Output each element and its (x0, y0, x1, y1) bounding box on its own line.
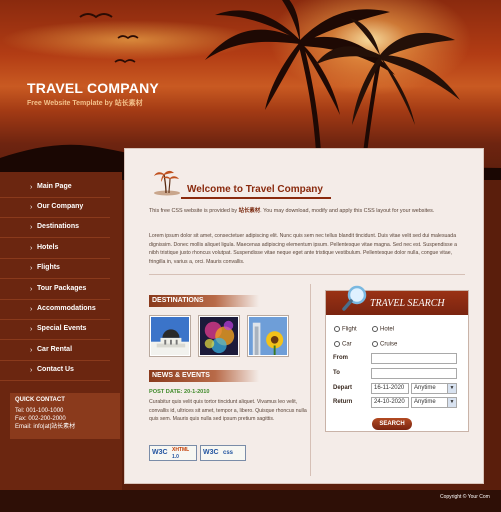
return-label: Return (333, 399, 353, 405)
nav-item-accommodations[interactable]: › Accommodations (0, 300, 110, 320)
news-heading: NEWS & EVENTS (149, 370, 259, 382)
destinations-heading: DESTINATIONS (149, 295, 259, 307)
heading-underline (181, 197, 331, 199)
quick-contact-title: QUICK CONTACT (15, 397, 65, 403)
site-title: TRAVEL COMPANY (27, 80, 159, 96)
contact-tel: Tel: 001-100-1000 (15, 408, 64, 414)
bullet-icon: › (30, 306, 33, 313)
nav-item-label: Flights (37, 264, 60, 271)
destination-thumbnail-observatory[interactable] (149, 315, 191, 357)
depart-date-input[interactable]: 16-11-2020 (371, 383, 409, 394)
bullet-icon: › (30, 224, 33, 231)
bullet-icon: › (30, 245, 33, 252)
footer (0, 490, 501, 512)
column-divider (310, 284, 311, 476)
nav-item-label: Contact Us (37, 366, 74, 373)
w3c-label: W3C (152, 449, 168, 456)
w3c-css-badge[interactable]: W3C css (200, 445, 246, 461)
lorem-paragraph: Lorem ipsum dolor sit amet, consectetuer… (149, 233, 457, 265)
nav-item-hotels[interactable]: › Hotels (0, 239, 110, 259)
return-time-select[interactable]: Anytime ▼ (411, 397, 457, 408)
nav-item-special-events[interactable]: › Special Events (0, 320, 110, 340)
radio-icon (372, 341, 378, 347)
to-label: To (333, 370, 340, 376)
magnifier-icon (342, 285, 367, 311)
nav-item-label: Main Page (37, 183, 72, 190)
fireworks-image (200, 317, 238, 355)
nav-item-car-rental[interactable]: › Car Rental (0, 341, 110, 361)
nav-item-label: Tour Packages (37, 285, 87, 292)
to-input[interactable] (371, 368, 457, 379)
contact-email[interactable]: Email: info|at|站长素材 (15, 423, 115, 431)
news-paragraph: Curabitur quis velit quis tortor tincidu… (149, 399, 307, 422)
travel-search-title: TRAVEL SEARCH (370, 298, 445, 309)
depart-time-value: Anytime (414, 385, 436, 391)
quick-contact-box: QUICK CONTACT Tel: 001-100-1000 Fax: 002… (10, 393, 120, 439)
chevron-down-icon: ▼ (447, 398, 456, 407)
chevron-down-icon: ▼ (447, 384, 456, 393)
nav-item-label: Destinations (37, 223, 80, 230)
radio-icon (334, 326, 340, 332)
bullet-icon: › (30, 204, 33, 211)
nav-item-label: Accommodations (37, 305, 96, 312)
bullet-icon: › (30, 265, 33, 272)
return-date-input[interactable]: 24-10-2020 (371, 397, 409, 408)
divider (149, 274, 465, 275)
palm-logo-icon (154, 170, 180, 196)
badge-kind: css (223, 450, 234, 456)
search-button[interactable]: SEARCH (372, 418, 412, 430)
nav-item-our-company[interactable]: › Our Company (0, 198, 110, 218)
destination-thumbnail-fireworks[interactable] (198, 315, 240, 357)
from-label: From (333, 355, 348, 361)
w3c-label: W3C (203, 449, 219, 456)
nav-item-main-page[interactable]: › Main Page (0, 178, 110, 198)
w3c-xhtml-badge[interactable]: W3C XHTML 1.0 (149, 445, 197, 461)
badge-version: 1.0 (172, 454, 179, 460)
bullet-icon: › (30, 367, 33, 374)
sunflower-image (249, 317, 287, 355)
welcome-heading: Welcome to Travel Company (187, 184, 323, 195)
bullet-icon: › (30, 326, 33, 333)
nav-item-label: Our Company (37, 203, 84, 210)
main-content: Welcome to Travel Company This free CSS … (124, 148, 484, 484)
copyright-text: Copyright © Your Com (440, 494, 490, 500)
sidebar: › Main Page › Our Company › Destinations… (0, 172, 122, 490)
depart-label: Depart (333, 385, 353, 391)
brand-link[interactable]: 站长素材 (239, 208, 261, 214)
return-time-value: Anytime (414, 399, 436, 405)
radio-cruise[interactable]: Cruise (372, 341, 397, 348)
nav-item-tour-packages[interactable]: › Tour Packages (0, 280, 110, 300)
nav-item-flights[interactable]: › Flights (0, 259, 110, 279)
nav-item-contact-us[interactable]: › Contact Us (0, 361, 110, 381)
nav-item-destinations[interactable]: › Destinations (0, 218, 110, 238)
nav-item-label: Hotels (37, 244, 59, 251)
travel-search-box: TRAVEL SEARCH Flight Hotel Car Cruise Fr… (325, 285, 469, 432)
badge-kind: XHTML (172, 447, 190, 453)
bullet-icon: › (30, 286, 33, 293)
radio-car[interactable]: Car (334, 341, 352, 348)
observatory-image (151, 317, 189, 355)
bullet-icon: › (30, 184, 33, 191)
post-date: POST DATE: 20-1-2010 (149, 389, 210, 395)
destination-thumbnail-sunflower[interactable] (247, 315, 289, 357)
radio-icon (372, 326, 378, 332)
radio-hotel[interactable]: Hotel (372, 326, 394, 333)
nav-item-label: Car Rental (37, 346, 73, 353)
contact-fax: Fax: 002-200-2000 (15, 416, 66, 422)
site-subtitle: Free Website Template by 站长素材 (27, 100, 143, 107)
depart-time-select[interactable]: Anytime ▼ (411, 383, 457, 394)
from-input[interactable] (371, 353, 457, 364)
bullet-icon: › (30, 347, 33, 354)
intro-paragraph: This free CSS website is provided by 站长素… (149, 208, 435, 214)
radio-flight[interactable]: Flight (334, 326, 357, 333)
nav-item-label: Special Events (37, 325, 87, 332)
radio-icon (334, 341, 340, 347)
